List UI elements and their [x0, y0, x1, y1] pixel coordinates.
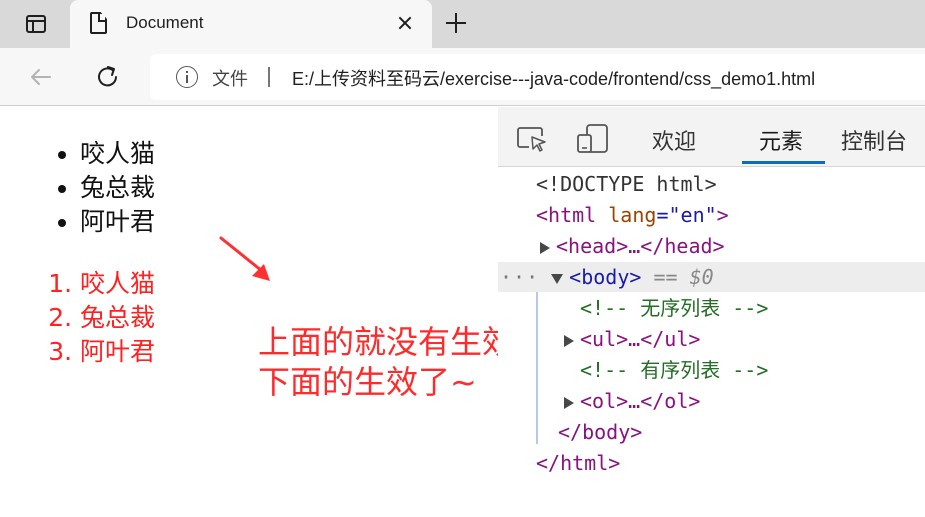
tag-text: </body> — [558, 420, 643, 444]
tab-elements[interactable]: 元素 — [759, 124, 803, 156]
ol-item: 阿叶君 — [80, 335, 155, 369]
dom-node-comment[interactable]: <!-- 无序列表 --> — [580, 293, 768, 323]
info-icon[interactable] — [176, 66, 198, 88]
ul-item: 阿叶君 — [80, 205, 155, 239]
ol-item: 兔总裁 — [80, 301, 155, 335]
active-tab-indicator — [742, 161, 825, 164]
dom-node-comment[interactable]: <!-- 有序列表 --> — [580, 355, 768, 385]
tag-text: <ul>…</ul> — [580, 327, 701, 351]
tab-strip: Document — [0, 0, 925, 48]
tag-text: <html — [536, 203, 597, 227]
dom-node-body-close[interactable]: </body> — [558, 417, 642, 447]
refresh-icon — [98, 66, 117, 87]
attr-name: lang — [608, 203, 657, 227]
inspect-element-icon[interactable] — [516, 125, 548, 153]
comment-text: <!-- 有序列表 --> — [580, 358, 769, 382]
dom-node-html[interactable]: <html lang="en"> — [536, 200, 729, 230]
new-tab-button[interactable] — [441, 8, 471, 38]
expand-triangle-icon[interactable] — [540, 241, 550, 254]
back-arrow-icon — [31, 69, 51, 85]
file-label: 文件 — [212, 69, 248, 90]
document-icon — [90, 12, 107, 34]
comment-text: <!-- 无序列表 --> — [580, 296, 769, 320]
dom-node-body[interactable]: ··· <body> == $0 — [498, 262, 925, 292]
tag-text: <body> — [569, 265, 642, 289]
devtools-panel: 欢迎 元素 控制台 <!DOCTYPE html> <html lang="en… — [498, 107, 925, 517]
close-icon[interactable] — [392, 10, 418, 36]
device-emulation-icon[interactable] — [576, 123, 610, 155]
expand-triangle-icon[interactable] — [564, 396, 574, 409]
dom-node-ol[interactable]: <ol>…</ol> — [564, 386, 700, 416]
address-separator — [268, 67, 270, 87]
page-viewport: 咬人猫 兔总裁 阿叶君 咬人猫 兔总裁 阿叶君 — [0, 107, 498, 517]
back-button[interactable] — [26, 62, 56, 92]
attr-value: "en" — [668, 203, 717, 227]
tab-actions-icon — [26, 15, 46, 33]
refresh-button[interactable] — [93, 62, 123, 92]
tab-actions-menu-button[interactable] — [20, 11, 50, 39]
doctype-text: <!DOCTYPE html> — [536, 172, 717, 196]
annotation-arrow-icon — [219, 236, 270, 281]
tab-console[interactable]: 控制台 — [841, 124, 907, 156]
ordered-list: 咬人猫 兔总裁 阿叶君 — [80, 267, 155, 369]
address-bar[interactable]: 文件 E:/上传资料至码云/exercise---java-code/front… — [150, 54, 925, 100]
ul-item: 咬人猫 — [80, 137, 155, 171]
tab-welcome[interactable]: 欢迎 — [652, 124, 696, 156]
selected-marker: == $0 — [653, 265, 714, 289]
tag-text: </html> — [536, 451, 621, 475]
dom-node-html-close[interactable]: </html> — [536, 448, 620, 478]
tag-text: > — [716, 203, 729, 227]
browser-toolbar: 文件 E:/上传资料至码云/exercise---java-code/front… — [0, 48, 925, 106]
expand-triangle-icon[interactable] — [564, 334, 574, 347]
more-dots-icon[interactable]: ··· — [500, 265, 539, 289]
ol-item: 咬人猫 — [80, 267, 155, 301]
browser-tab[interactable]: Document — [70, 0, 432, 48]
tag-text: <head>…</head> — [556, 234, 725, 258]
tab-title: Document — [126, 13, 204, 32]
dom-node-ul[interactable]: <ul>…</ul> — [564, 324, 700, 354]
url-text[interactable]: E:/上传资料至码云/exercise---java-code/frontend… — [292, 65, 815, 91]
unordered-list: 咬人猫 兔总裁 阿叶君 — [80, 137, 155, 239]
dom-node-doctype[interactable]: <!DOCTYPE html> — [536, 169, 717, 199]
collapse-triangle-icon[interactable] — [551, 273, 564, 284]
ul-item: 兔总裁 — [80, 171, 155, 205]
tag-text: <ol>…</ol> — [580, 389, 701, 413]
dom-node-head[interactable]: <head>…</head> — [540, 231, 725, 261]
indent-guide — [536, 292, 538, 444]
devtools-tabbar: 欢迎 元素 控制台 — [498, 107, 925, 167]
